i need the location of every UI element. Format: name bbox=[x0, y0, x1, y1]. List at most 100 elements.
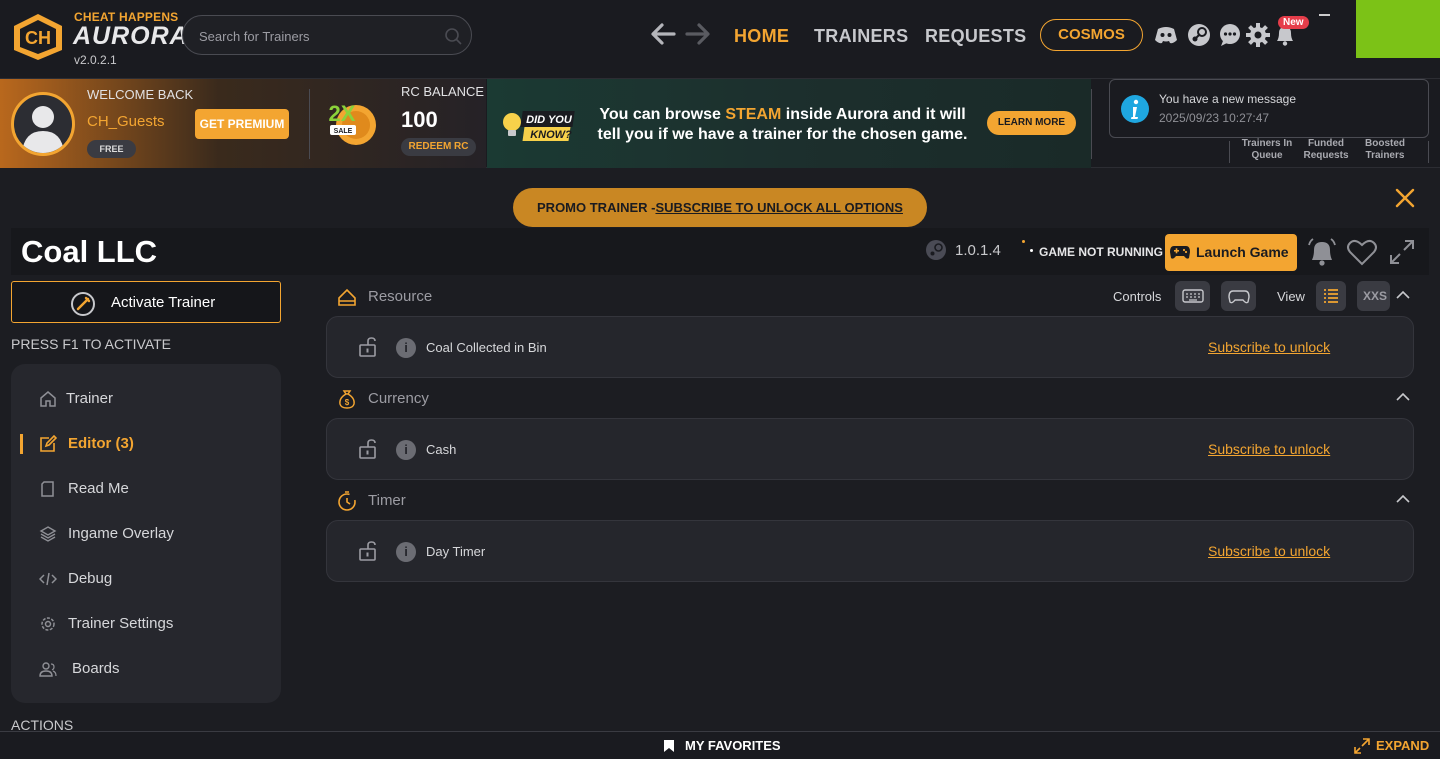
document-icon bbox=[41, 481, 54, 497]
keyboard-controls-button[interactable] bbox=[1175, 281, 1210, 311]
dyk-text-highlight: STEAM bbox=[725, 106, 782, 123]
promo-banner[interactable]: PROMO TRAINER -SUBSCRIBE TO UNLOCK ALL O… bbox=[513, 188, 927, 227]
section-header-currency[interactable]: $ Currency bbox=[326, 383, 1414, 413]
minimize-button[interactable] bbox=[1319, 14, 1330, 16]
message-notification[interactable]: You have a new message 2025/09/23 10:27:… bbox=[1109, 79, 1429, 138]
xxs-label: XXS bbox=[1363, 289, 1388, 303]
option-row: i Cash Subscribe to unlock bbox=[326, 418, 1414, 480]
sidebar-item-debug[interactable]: Debug bbox=[11, 559, 281, 599]
user-silhouette-icon bbox=[22, 106, 64, 153]
avatar[interactable] bbox=[11, 92, 75, 156]
info-icon[interactable]: i bbox=[396, 440, 416, 460]
game-title: Coal LLC bbox=[21, 234, 158, 269]
chevron-up-icon[interactable] bbox=[1396, 494, 1410, 504]
sidebar-item-ingame-overlay[interactable]: Ingame Overlay bbox=[11, 514, 281, 554]
username[interactable]: CH_Guests bbox=[87, 113, 165, 130]
list-view-button[interactable] bbox=[1316, 281, 1346, 311]
subscribe-to-unlock-link[interactable]: Subscribe to unlock bbox=[1208, 543, 1330, 559]
search-icon[interactable] bbox=[443, 26, 463, 46]
xxs-view-button[interactable]: XXS bbox=[1357, 281, 1390, 311]
back-arrow-icon[interactable] bbox=[648, 19, 678, 49]
sidebar-item-label: Editor (3) bbox=[68, 435, 134, 452]
new-badge: New bbox=[1278, 16, 1309, 29]
option-row: i Coal Collected in Bin Subscribe to unl… bbox=[326, 316, 1414, 378]
sale-badge-icon[interactable]: 2X SALE bbox=[322, 95, 380, 149]
game-title-bar: Coal LLC 1.0.1.4 GAME NOT RUNNING Launch… bbox=[11, 228, 1429, 275]
option-row: i Day Timer Subscribe to unlock bbox=[326, 520, 1414, 582]
launch-game-label: Launch Game bbox=[1196, 244, 1289, 260]
favorite-heart-icon[interactable] bbox=[1345, 235, 1379, 269]
layers-icon bbox=[39, 526, 57, 542]
game-version: 1.0.1.4 bbox=[955, 242, 1001, 259]
nav-requests[interactable]: REQUESTS bbox=[925, 26, 1026, 47]
sidebar-item-boards[interactable]: Boards bbox=[11, 649, 281, 689]
timer-icon bbox=[338, 491, 356, 511]
search-input[interactable] bbox=[199, 26, 439, 46]
search-box[interactable] bbox=[182, 15, 472, 55]
nav-home[interactable]: HOME bbox=[734, 26, 789, 47]
tier-badge: FREE bbox=[87, 140, 136, 158]
info-icon[interactable]: i bbox=[396, 338, 416, 358]
activate-trainer-button[interactable]: Activate Trainer bbox=[11, 281, 281, 323]
gamepad-controls-button[interactable] bbox=[1221, 281, 1256, 311]
unlock-icon bbox=[359, 541, 376, 561]
boosted-trainers-link[interactable]: Boosted Trainers bbox=[1357, 138, 1413, 162]
redeem-rc-button[interactable]: REDEEM RC bbox=[401, 138, 476, 156]
trainers-in-queue-link[interactable]: Trainers In Queue bbox=[1238, 138, 1296, 162]
sidebar-item-trainer[interactable]: Trainer bbox=[11, 379, 281, 419]
fullscreen-icon[interactable] bbox=[1385, 235, 1419, 269]
section-header-timer[interactable]: Timer bbox=[326, 485, 1414, 515]
sidebar-item-trainer-settings[interactable]: Trainer Settings bbox=[11, 604, 281, 644]
expand-button[interactable]: EXPAND bbox=[1376, 738, 1429, 753]
notification-bell-icon[interactable] bbox=[1305, 235, 1339, 269]
divider bbox=[1428, 141, 1429, 163]
sidebar-menu: Trainer Editor (3) Read Me Ingame Overla… bbox=[11, 364, 281, 703]
chat-icon[interactable] bbox=[1217, 22, 1243, 48]
activate-trainer-label: Activate Trainer bbox=[111, 294, 216, 311]
bottom-bar: MY FAVORITES EXPAND bbox=[0, 731, 1440, 759]
did-you-know-banner: DID YOU KNOW? You can browse STEAM insid… bbox=[487, 79, 1091, 168]
bookmark-icon[interactable] bbox=[663, 739, 675, 753]
expand-icon[interactable] bbox=[1354, 738, 1370, 754]
promo-prefix: PROMO TRAINER - bbox=[537, 200, 656, 215]
section-header-resource[interactable]: Resource Controls View XXS bbox=[326, 281, 1414, 311]
info-icon[interactable]: i bbox=[396, 542, 416, 562]
get-premium-button[interactable]: GET PREMIUM bbox=[195, 109, 289, 139]
sidebar-item-label: Trainer bbox=[66, 390, 113, 407]
close-icon[interactable] bbox=[1392, 185, 1418, 211]
sidebar-item-read-me[interactable]: Read Me bbox=[11, 469, 281, 509]
sidebar-item-editor[interactable]: Editor (3) bbox=[11, 424, 281, 464]
did-you-know-icon: DID YOU KNOW? bbox=[503, 111, 575, 141]
chevron-up-icon[interactable] bbox=[1396, 392, 1410, 402]
forward-arrow-icon[interactable] bbox=[683, 19, 713, 49]
welcome-label: WELCOME BACK bbox=[87, 87, 194, 102]
settings-gear-icon[interactable] bbox=[1245, 22, 1271, 48]
sidebar-item-label: Read Me bbox=[68, 480, 129, 497]
aurora-logo: CH bbox=[14, 14, 62, 60]
green-overlay-block bbox=[1356, 0, 1440, 58]
discord-icon[interactable] bbox=[1153, 22, 1179, 48]
hotkey-hint: PRESS F1 TO ACTIVATE bbox=[11, 336, 172, 352]
cosmos-button[interactable]: COSMOS bbox=[1040, 19, 1143, 51]
controls-label: Controls bbox=[1113, 289, 1162, 304]
chevron-up-icon[interactable] bbox=[1396, 290, 1410, 300]
rc-balance-label: RC BALANCE bbox=[401, 84, 485, 99]
my-favorites-button[interactable]: MY FAVORITES bbox=[685, 738, 781, 753]
steam-icon[interactable] bbox=[1186, 22, 1212, 48]
subscribe-to-unlock-link[interactable]: Subscribe to unlock bbox=[1208, 339, 1330, 355]
stat-line1: Boosted bbox=[1365, 138, 1405, 149]
sidebar-item-label: Ingame Overlay bbox=[68, 525, 174, 542]
app-version: v2.0.2.1 bbox=[74, 53, 117, 67]
funded-requests-link[interactable]: Funded Requests bbox=[1298, 138, 1354, 162]
gamepad-icon bbox=[1228, 290, 1250, 304]
learn-more-button[interactable]: LEARN MORE bbox=[987, 111, 1076, 135]
subscribe-link[interactable]: SUBSCRIBE TO UNLOCK ALL OPTIONS bbox=[655, 200, 903, 215]
did-you-know-line2: KNOW? bbox=[530, 129, 572, 141]
nav-trainers[interactable]: TRAINERS bbox=[814, 26, 908, 47]
dyk-text-part1: You can browse bbox=[599, 106, 726, 123]
list-icon bbox=[1324, 289, 1338, 303]
launch-game-button[interactable]: Launch Game bbox=[1165, 234, 1297, 271]
subscribe-to-unlock-link[interactable]: Subscribe to unlock bbox=[1208, 441, 1330, 457]
gamepad-icon bbox=[1170, 246, 1190, 259]
stat-line1: Funded bbox=[1307, 138, 1345, 149]
